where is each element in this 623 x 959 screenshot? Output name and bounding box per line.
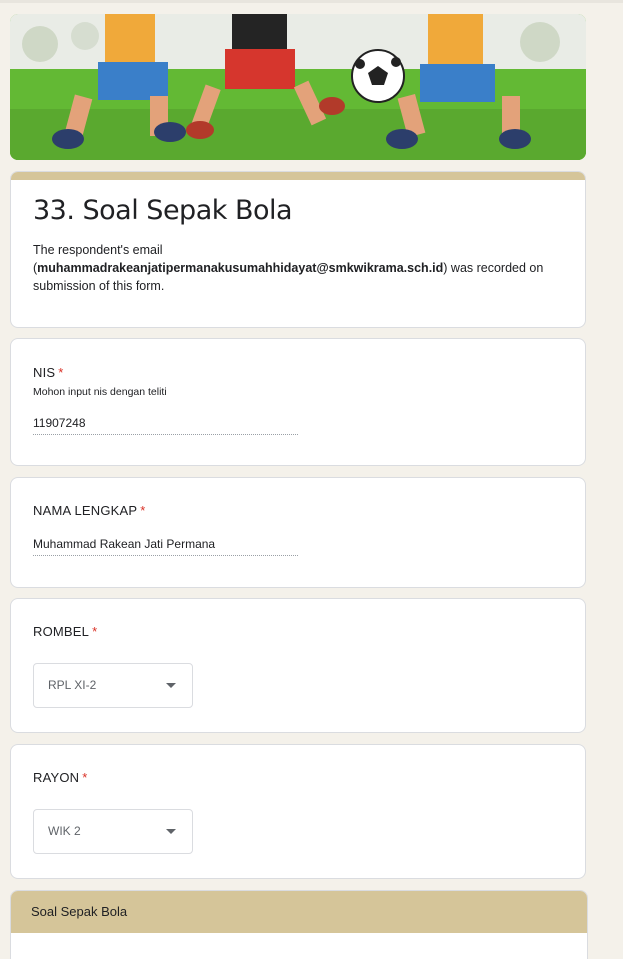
form-header-card: 33. Soal Sepak Bola The respondent's ema… xyxy=(10,171,586,328)
rombel-selected-value: RPL XI-2 xyxy=(48,678,97,692)
question-title-nama-lengkap: NAMA LENGKAP * xyxy=(33,503,146,518)
top-border xyxy=(0,0,623,3)
question-title-nis: NIS * xyxy=(33,365,64,380)
section-card: Soal Sepak Bola xyxy=(10,890,588,959)
question-label: ROMBEL xyxy=(33,624,90,639)
question-card-rombel: ROMBEL * RPL XI-2 xyxy=(10,598,586,733)
required-asterisk: * xyxy=(140,503,146,518)
question-title-rayon: RAYON * xyxy=(33,770,88,785)
theme-band xyxy=(11,172,585,180)
required-asterisk: * xyxy=(82,770,88,785)
email-recorded-note: The respondent's email (muhammadrakeanja… xyxy=(33,241,563,295)
rayon-dropdown[interactable]: WIK 2 xyxy=(33,809,193,854)
question-card-nis: NIS * Mohon input nis dengan teliti 11907… xyxy=(10,338,586,466)
dropdown-arrow-icon xyxy=(166,829,176,834)
nama-lengkap-input[interactable]: Muhammad Rakean Jati Permana xyxy=(33,535,298,556)
question-card-nama-lengkap: NAMA LENGKAP * Muhammad Rakean Jati Perma… xyxy=(10,477,586,588)
required-asterisk: * xyxy=(58,365,64,380)
header-banner-image xyxy=(10,14,586,160)
dropdown-arrow-icon xyxy=(166,683,176,688)
question-label: RAYON xyxy=(33,770,80,785)
section-title: Soal Sepak Bola xyxy=(11,891,587,933)
rayon-selected-value: WIK 2 xyxy=(48,824,81,838)
question-title-rombel: ROMBEL * xyxy=(33,624,97,639)
form-title: 33. Soal Sepak Bola xyxy=(33,195,293,226)
respondent-email: muhammadrakeanjatipermanakusumahhidayat@… xyxy=(37,261,444,275)
question-label: NIS xyxy=(33,365,56,380)
question-description-nis: Mohon input nis dengan teliti xyxy=(33,386,167,398)
required-asterisk: * xyxy=(92,624,98,639)
question-label: NAMA LENGKAP xyxy=(33,503,138,518)
question-card-rayon: RAYON * WIK 2 xyxy=(10,744,586,879)
rombel-dropdown[interactable]: RPL XI-2 xyxy=(33,663,193,708)
nis-input[interactable]: 11907248 xyxy=(33,414,298,435)
